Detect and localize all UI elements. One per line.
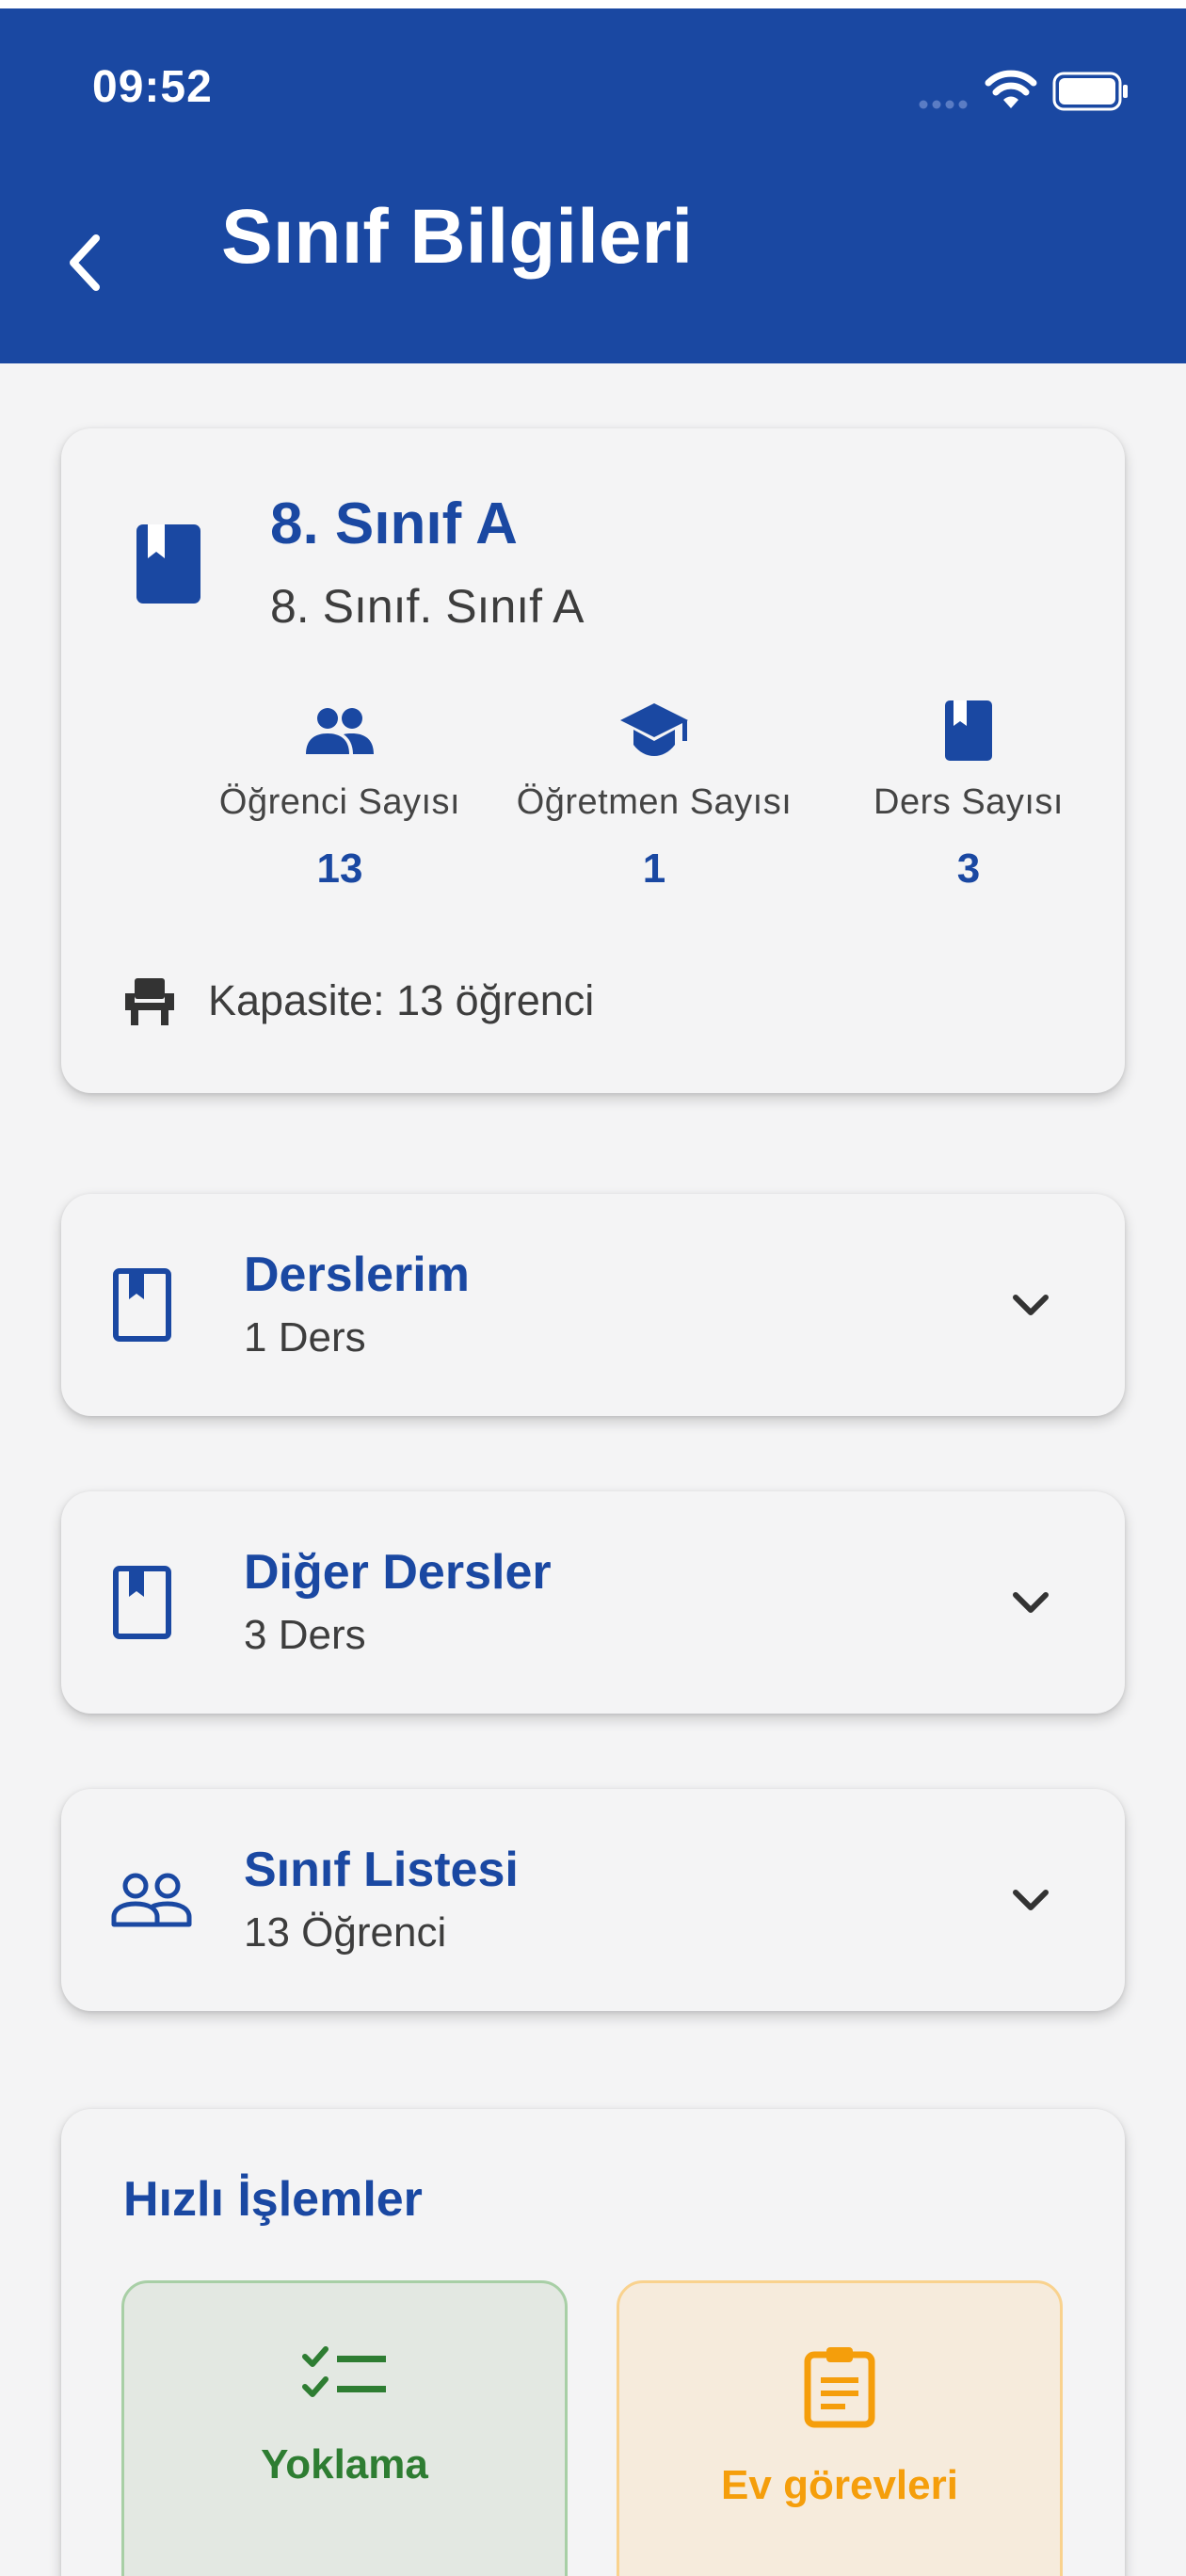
clipboard-icon bbox=[804, 2347, 875, 2428]
book-outline-icon bbox=[113, 1268, 171, 1342]
chevron-down-icon[interactable] bbox=[1002, 1277, 1059, 1333]
stat-value: 13 bbox=[316, 845, 363, 892]
class-name: 8. Sınıf A bbox=[270, 491, 518, 556]
stat-teacher-count: Öğretmen Sayısı 1 bbox=[497, 700, 811, 893]
attendance-button[interactable]: Yoklama bbox=[121, 2280, 568, 2576]
attendance-label: Yoklama bbox=[261, 2441, 428, 2487]
stat-value: 3 bbox=[956, 845, 981, 892]
back-button[interactable] bbox=[56, 225, 113, 300]
stat-student-count: Öğrenci Sayısı 13 bbox=[183, 700, 497, 893]
chevron-down-icon[interactable] bbox=[1002, 1872, 1059, 1928]
stat-label: Öğretmen Sayısı bbox=[516, 782, 793, 822]
graduation-cap-icon bbox=[620, 703, 688, 756]
section-title: Diğer Dersler bbox=[244, 1545, 552, 1600]
status-time: 09:52 bbox=[92, 62, 213, 112]
seat-icon bbox=[125, 978, 174, 1025]
book-icon bbox=[136, 524, 200, 604]
book-outline-icon bbox=[113, 1566, 171, 1639]
homework-label: Ev görevleri bbox=[721, 2462, 958, 2508]
people-outline-icon bbox=[111, 1873, 192, 1927]
quick-actions-title: Hızlı İşlemler bbox=[123, 2172, 423, 2227]
class-info-card: 8. Sınıf A 8. Sınıf. Sınıf A Öğrenci Say… bbox=[61, 428, 1125, 1093]
wifi-icon bbox=[985, 70, 1037, 108]
stat-label: Ders Sayısı bbox=[873, 782, 1064, 822]
section-other-lessons[interactable]: Diğer Dersler 3 Ders bbox=[61, 1491, 1125, 1714]
stat-label: Öğrenci Sayısı bbox=[218, 782, 461, 822]
capacity-text: Kapasite: 13 öğrenci bbox=[208, 976, 595, 1024]
stat-lesson-count: Ders Sayısı 3 bbox=[811, 700, 1126, 893]
section-subtitle: 3 Ders bbox=[244, 1612, 366, 1658]
battery-icon bbox=[1052, 72, 1128, 111]
class-subtitle: 8. Sınıf. Sınıf A bbox=[270, 580, 585, 633]
stat-value: 1 bbox=[642, 845, 666, 892]
section-title: Sınıf Listesi bbox=[244, 1843, 519, 1897]
homework-button[interactable]: Ev görevleri bbox=[617, 2280, 1063, 2576]
section-title: Derslerim bbox=[244, 1248, 470, 1302]
section-subtitle: 1 Ders bbox=[244, 1314, 366, 1360]
section-my-lessons[interactable]: Derslerim 1 Ders bbox=[61, 1194, 1125, 1416]
section-class-list[interactable]: Sınıf Listesi 13 Öğrenci bbox=[61, 1789, 1125, 2011]
checklist-icon bbox=[302, 2346, 386, 2397]
chevron-left-icon bbox=[70, 234, 100, 291]
page-title: Sınıf Bilgileri bbox=[221, 194, 694, 280]
quick-actions-card: Hızlı İşlemler Yoklama Ev görevleri bbox=[61, 2109, 1125, 2576]
chevron-down-icon[interactable] bbox=[1002, 1574, 1059, 1631]
app-screen: 09:52 Sınıf Bilgileri 8. Sınıf A 8. Sını… bbox=[0, 0, 1186, 2576]
signal-icon bbox=[919, 100, 968, 109]
people-icon bbox=[306, 708, 374, 754]
section-subtitle: 13 Öğrenci bbox=[244, 1909, 447, 1956]
app-bar: 09:52 Sınıf Bilgileri bbox=[0, 0, 1186, 363]
book-icon bbox=[945, 700, 992, 761]
